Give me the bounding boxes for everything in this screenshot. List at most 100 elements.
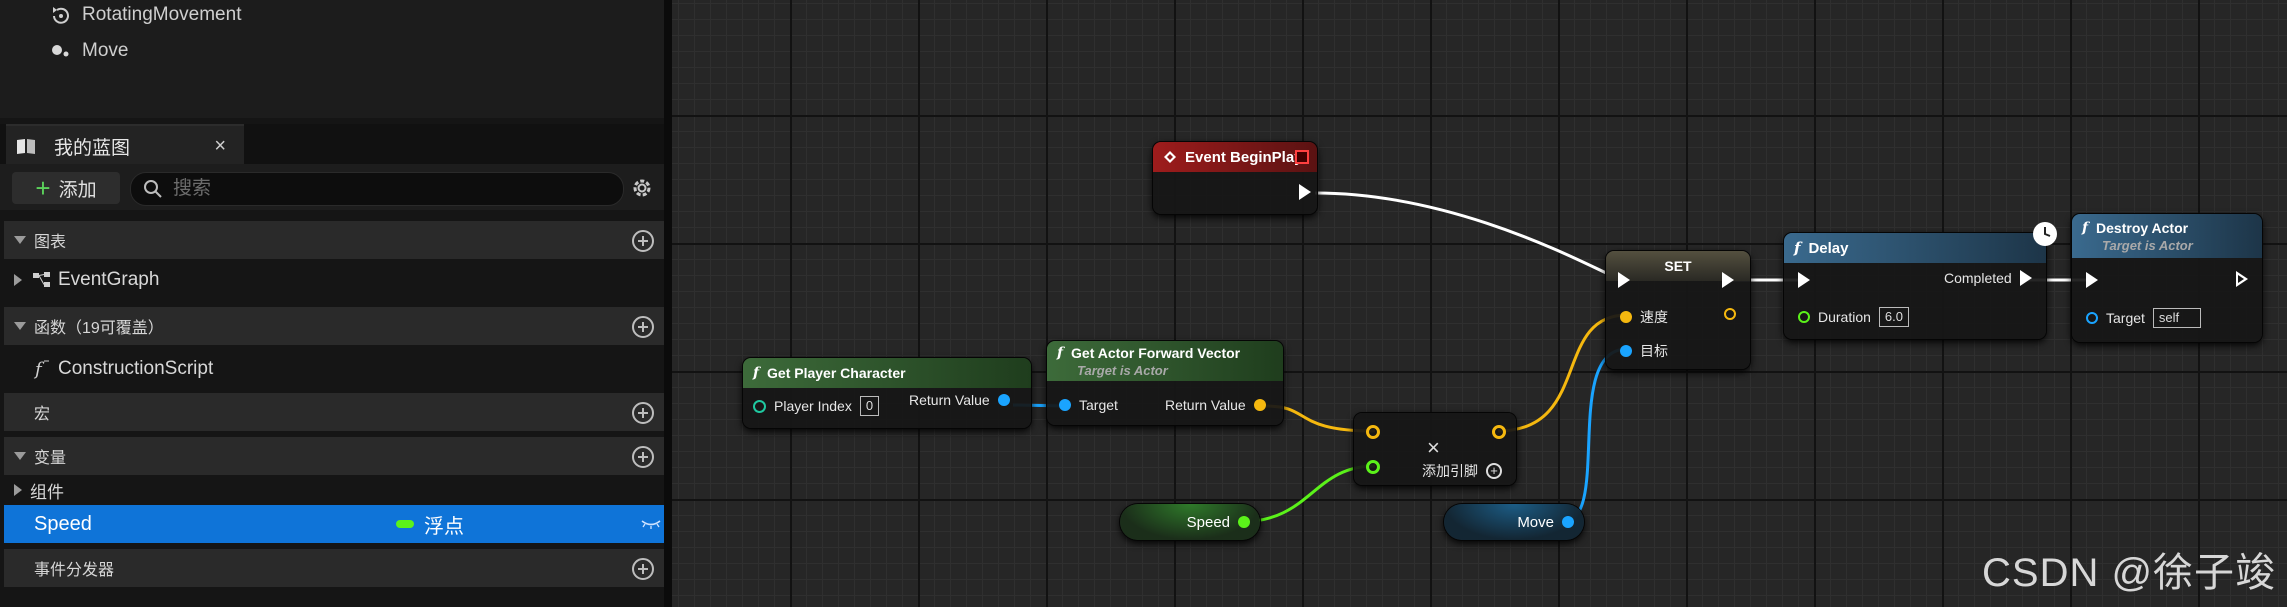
section-title: 函数（19可覆盖）	[34, 320, 164, 337]
exec-out-pin[interactable]	[1722, 272, 1734, 288]
rotating-movement-icon	[53, 7, 69, 24]
function-icon: f	[753, 365, 760, 381]
add-function-plus-icon[interactable]	[632, 316, 654, 338]
exec-pin-hollow	[2238, 275, 2244, 283]
target-field[interactable]: self	[2152, 308, 2201, 328]
section-graphs[interactable]: 图表	[4, 221, 668, 259]
exec-wire-beginplay-set	[1314, 191, 1624, 282]
tree-item-label: 组件	[30, 482, 64, 502]
collapse-arrow-icon[interactable]	[14, 452, 26, 460]
object-wire-move-set	[1562, 347, 1628, 524]
vector-pin-icon[interactable]	[1253, 399, 1266, 411]
event-graph-canvas[interactable]: Event BeginPlay f Get Player Character P…	[672, 0, 2287, 607]
node-destroy-actor[interactable]: f Destroy Actor Target is Actor Target s…	[2072, 214, 2262, 342]
tab-title: 我的蓝图	[54, 137, 131, 159]
variable-name: Speed	[34, 512, 92, 535]
node-delay[interactable]: f Delay Completed Duration 6.0	[1784, 222, 2057, 339]
search-input[interactable]	[171, 177, 595, 201]
plus-icon: +	[35, 173, 51, 203]
add-button[interactable]: + 添加	[12, 172, 120, 204]
node-set[interactable]: SET 速度 目标	[1606, 251, 1750, 369]
pin-label: Target	[2106, 310, 2145, 326]
node-event-beginplay[interactable]: Event BeginPlay	[1153, 142, 1317, 214]
pin-duration[interactable]: Duration 6.0	[1798, 307, 1909, 327]
object-pin-icon[interactable]	[997, 394, 1010, 406]
add-variable-plus-icon[interactable]	[632, 446, 654, 468]
section-event-dispatchers[interactable]: 事件分发器	[4, 549, 668, 587]
duration-field[interactable]: 6.0	[1878, 307, 1909, 327]
eye-closed-icon[interactable]	[640, 518, 662, 530]
node-header: f Get Player Character	[743, 358, 1031, 388]
pin-target[interactable]: Target self	[2086, 308, 2201, 328]
exec-in-pin[interactable]	[1798, 272, 1810, 288]
section-macros[interactable]: 宏	[4, 393, 668, 431]
delegate-pin-icon[interactable]	[1295, 150, 1309, 164]
vector-pin-icon[interactable]	[1620, 311, 1632, 323]
node-get-actor-forward-vector[interactable]: f Get Actor Forward Vector Target is Act…	[1047, 341, 1283, 425]
node-get-player-character[interactable]: f Get Player Character Player Index 0 Re…	[743, 358, 1031, 428]
player-index-field[interactable]: 0	[859, 396, 880, 416]
tree-item-event-graph[interactable]: EventGraph	[0, 262, 668, 298]
add-dispatcher-plus-icon[interactable]	[632, 558, 654, 580]
node-header: f Destroy Actor Target is Actor	[2072, 214, 2262, 258]
collapse-arrow-icon[interactable]	[14, 236, 26, 244]
tree-item-construction-script[interactable]: f ConstructionScript	[0, 351, 668, 387]
pin-label: Return Value	[1165, 397, 1246, 413]
panel-splitter[interactable]	[664, 0, 672, 607]
pin-speed[interactable]: 速度	[1620, 307, 1668, 327]
section-variables[interactable]: 变量	[4, 437, 668, 475]
section-title: 变量	[34, 450, 67, 467]
component-label: RotatingMovement	[82, 4, 242, 25]
variable-label: Move	[1517, 513, 1554, 531]
pin-target[interactable]: 目标	[1620, 341, 1668, 361]
expand-arrow-icon[interactable]	[14, 484, 22, 496]
node-speed-getter[interactable]: Speed	[1120, 504, 1260, 540]
event-graph-icon	[33, 272, 50, 287]
pin-completed[interactable]: Completed	[1944, 270, 2032, 286]
pin-player-index[interactable]: Player Index 0	[753, 396, 880, 416]
exec-out-pin[interactable]	[2019, 270, 2032, 286]
pin-return-value[interactable]: Return Value	[909, 392, 1010, 408]
object-pin-icon[interactable]	[1562, 516, 1574, 528]
object-pin-icon[interactable]	[2086, 312, 2098, 324]
object-pin-icon[interactable]	[1620, 345, 1632, 357]
close-icon[interactable]: ×	[214, 135, 226, 158]
pin-label: Completed	[1944, 270, 2012, 286]
vector-out-pin-icon[interactable]	[1492, 425, 1506, 439]
add-macro-plus-icon[interactable]	[632, 402, 654, 424]
node-header: f Get Actor Forward Vector Target is Act…	[1047, 341, 1283, 381]
tree-item-components[interactable]: 组件	[0, 473, 668, 507]
float-in-pin-icon[interactable]	[1366, 460, 1380, 474]
exec-out-pin[interactable]	[1299, 184, 1311, 200]
float-pin-icon[interactable]	[1238, 516, 1250, 528]
node-add[interactable]: × 添加引脚 +	[1354, 413, 1516, 485]
node-title: SET	[1664, 258, 1692, 274]
object-pin-icon[interactable]	[1059, 399, 1071, 411]
vector-out-pin-icon[interactable]	[1724, 308, 1736, 320]
component-item-move[interactable]: Move	[50, 36, 128, 66]
variable-row-speed[interactable]: Speed 浮点	[4, 505, 668, 543]
exec-in-pin[interactable]	[2086, 272, 2098, 288]
pin-label: 目标	[1640, 343, 1668, 359]
section-title: 宏	[34, 406, 51, 423]
vector-in-pin-icon[interactable]	[1366, 425, 1380, 439]
add-pin-button[interactable]: 添加引脚 +	[1422, 461, 1502, 481]
tab-my-blueprint[interactable]: 我的蓝图 ×	[6, 124, 244, 166]
add-graph-plus-icon[interactable]	[632, 230, 654, 252]
pin-return-value[interactable]: Return Value	[1165, 397, 1266, 413]
pin-target[interactable]: Target	[1059, 397, 1118, 413]
component-item-rotating-movement[interactable]: RotatingMovement	[50, 0, 241, 30]
section-functions[interactable]: 函数（19可覆盖）	[4, 307, 668, 345]
plus-icon[interactable]: +	[1486, 463, 1502, 479]
collapse-arrow-icon[interactable]	[14, 322, 26, 330]
node-move-getter[interactable]: Move	[1444, 504, 1584, 540]
expand-arrow-icon[interactable]	[14, 274, 22, 286]
gear-icon[interactable]	[630, 176, 654, 200]
add-button-label: 添加	[58, 179, 97, 201]
variable-type[interactable]: 浮点	[424, 510, 464, 539]
int-pin-icon[interactable]	[753, 399, 766, 413]
float-pin-icon[interactable]	[1798, 311, 1810, 323]
search-box[interactable]	[130, 172, 624, 206]
exec-in-pin[interactable]	[1618, 272, 1630, 288]
clock-icon	[2033, 222, 2057, 246]
